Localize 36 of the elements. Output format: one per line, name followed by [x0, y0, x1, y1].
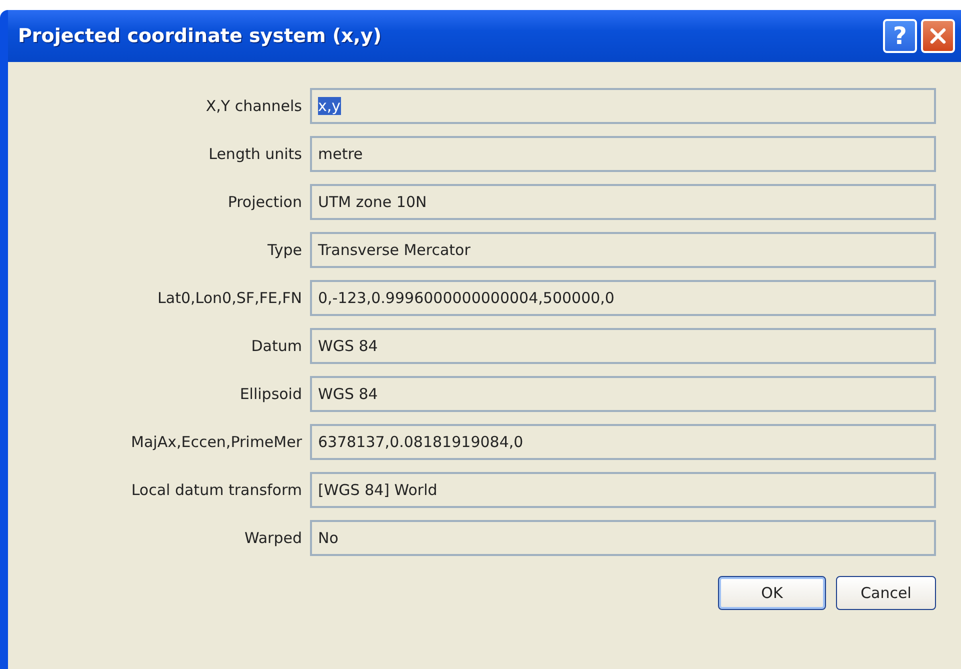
field-value: x,y — [318, 97, 341, 115]
text-field[interactable]: WGS 84 — [310, 376, 936, 412]
cancel-button[interactable]: Cancel — [836, 576, 936, 610]
field-value: 6378137,0.08181919084,0 — [318, 433, 524, 451]
field-value: WGS 84 — [318, 385, 378, 403]
field-value: 0,-123,0.9996000000000004,500000,0 — [318, 289, 614, 307]
field-label: Lat0,Lon0,SF,FE,FN — [156, 289, 302, 307]
field-label: MajAx,Eccen,PrimeMer — [130, 433, 302, 451]
text-field[interactable]: No — [310, 520, 936, 556]
field-label: Type — [266, 241, 302, 259]
field-value: WGS 84 — [318, 337, 378, 355]
field-value: UTM zone 10N — [318, 193, 427, 211]
field-label: Local datum transform — [130, 481, 302, 499]
close-icon — [928, 26, 948, 46]
ok-button[interactable]: OK — [718, 576, 826, 610]
text-field[interactable]: Transverse Mercator — [310, 232, 936, 268]
text-field[interactable]: 0,-123,0.9996000000000004,500000,0 — [310, 280, 936, 316]
text-field[interactable]: [WGS 84] World — [310, 472, 936, 508]
field-label: Datum — [250, 337, 302, 355]
field-value: [WGS 84] World — [318, 481, 438, 499]
text-field[interactable]: 6378137,0.08181919084,0 — [310, 424, 936, 460]
text-field[interactable]: x,y — [310, 88, 936, 124]
text-field[interactable]: metre — [310, 136, 936, 172]
field-value: Transverse Mercator — [318, 241, 470, 259]
text-field[interactable]: UTM zone 10N — [310, 184, 936, 220]
field-value: metre — [318, 145, 363, 163]
close-button[interactable] — [921, 19, 955, 53]
field-label: Length units — [208, 145, 302, 163]
window-title: Projected coordinate system (x,y) — [18, 25, 383, 47]
field-label: Ellipsoid — [238, 385, 302, 403]
field-label: Projection — [226, 193, 302, 211]
help-button[interactable]: ? — [883, 19, 917, 53]
field-value: No — [318, 529, 338, 547]
field-label: Warped — [243, 529, 302, 547]
text-field[interactable]: WGS 84 — [310, 328, 936, 364]
field-label: X,Y channels — [204, 97, 302, 115]
